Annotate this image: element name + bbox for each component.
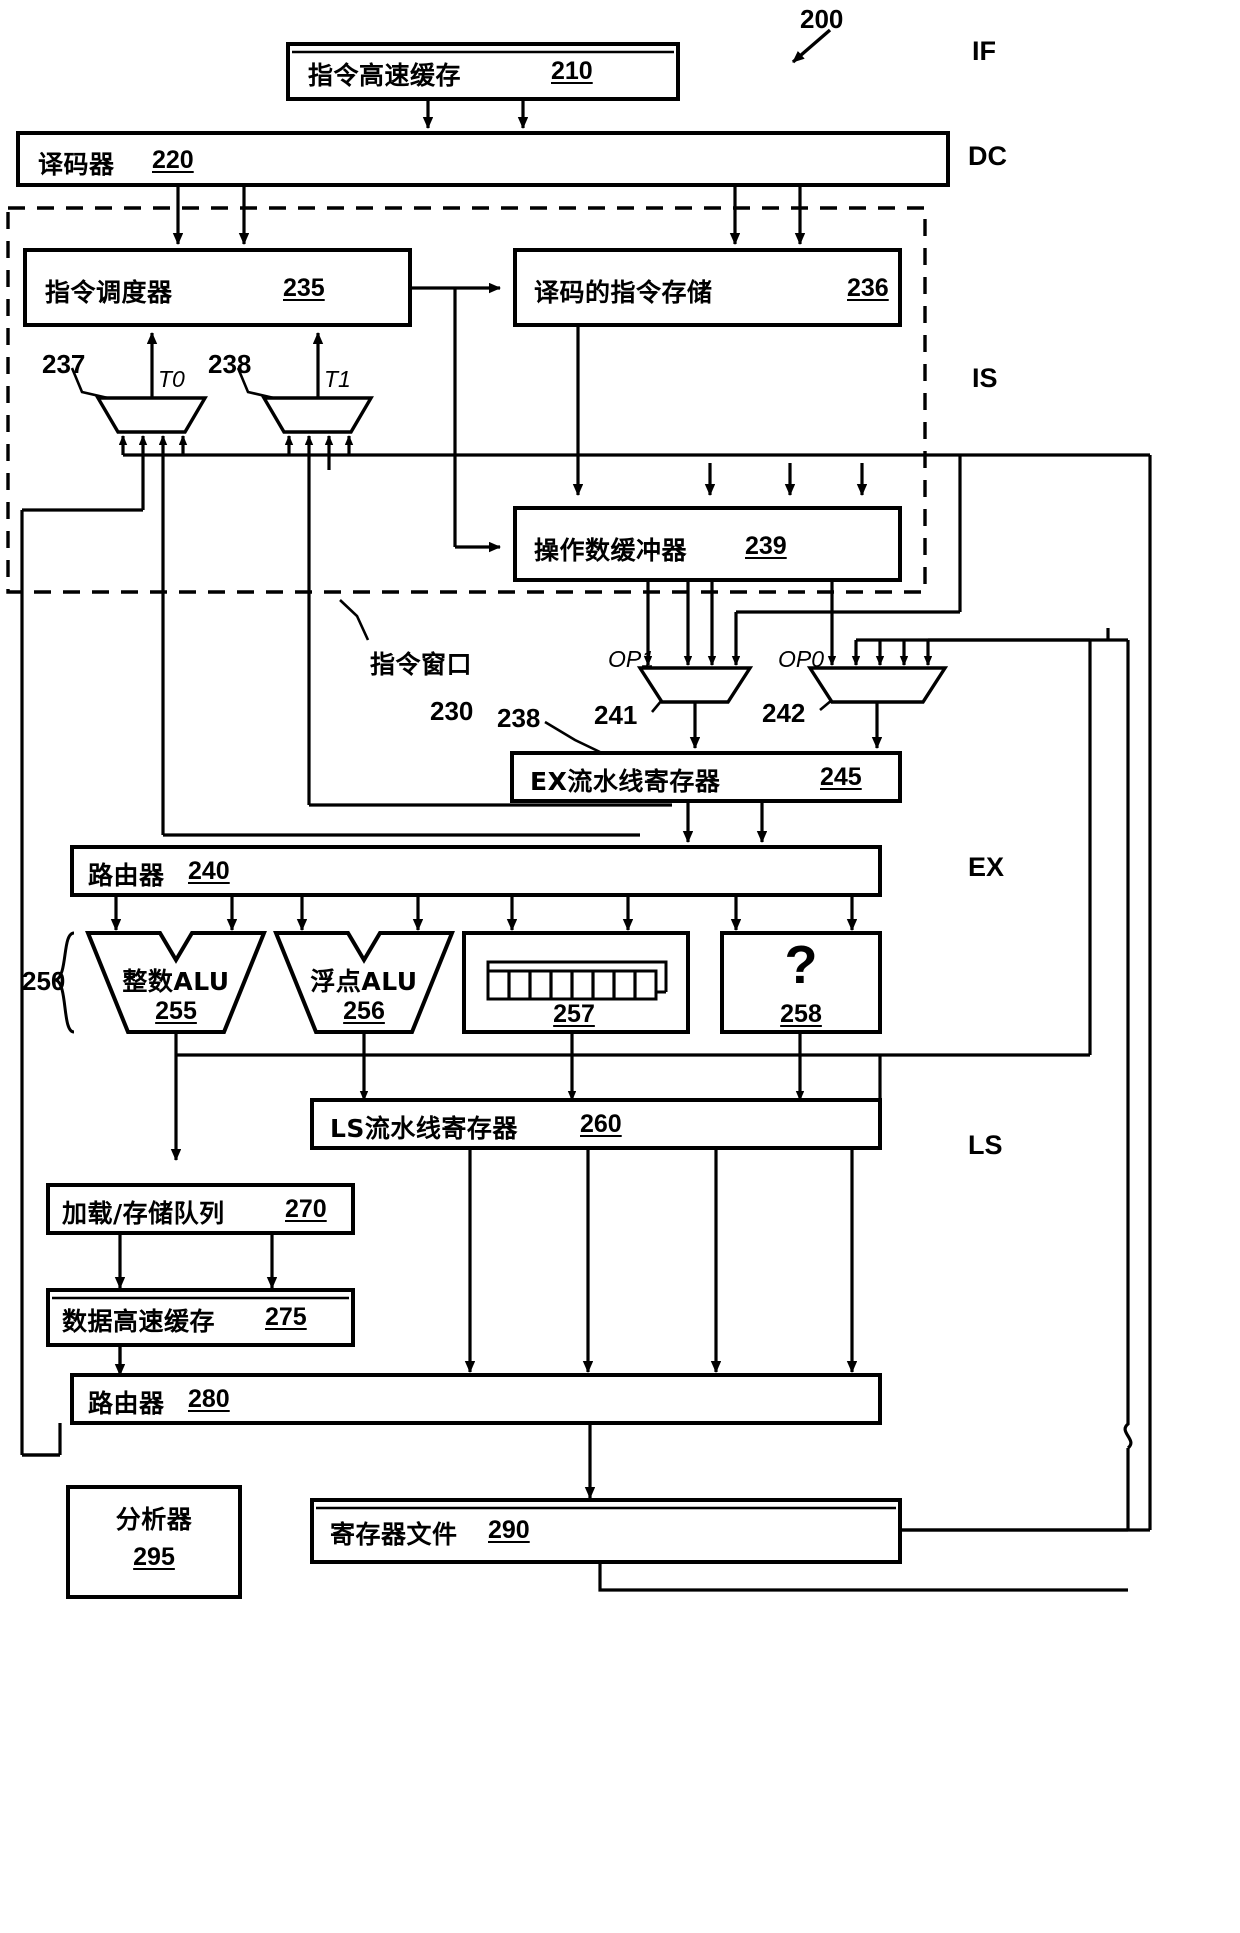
stage-label-if: IF: [972, 36, 996, 66]
block-decoded-store-number: 236: [847, 274, 889, 302]
stage-label-dc: DC: [968, 141, 1007, 171]
ref-number-237: 237: [42, 349, 86, 379]
block-ex-pipe-reg-number: 245: [820, 763, 862, 791]
block-dcache-label: 数据高速缓存: [62, 1307, 216, 1336]
block-analyzer-label: 分析器: [115, 1505, 193, 1534]
block-icache-number: 210: [551, 57, 593, 85]
ref-number-230: 230: [430, 696, 474, 726]
block-decoder-label: 译码器: [38, 150, 115, 179]
block-decoded-store-label: 译码的指令存储: [534, 278, 713, 307]
mux-label-t1: T1: [324, 366, 351, 392]
block-ls-queue-label: 加载/存储队列: [62, 1199, 225, 1228]
ref-number-238-window: 238: [497, 703, 541, 733]
block-router-280-number: 280: [188, 1385, 230, 1413]
block-operand-buffer-number: 239: [745, 532, 787, 560]
stage-label-is: IS: [972, 363, 998, 393]
figure-reference-number: 200: [800, 4, 844, 34]
block-unknown-unit-number: 258: [780, 1000, 822, 1028]
block-ls-pipe-reg-number: 260: [580, 1110, 622, 1138]
block-icache-label: 指令高速缓存: [308, 61, 462, 90]
block-router-240-label: 路由器: [88, 861, 165, 890]
block-regfile-label: 寄存器文件: [330, 1520, 458, 1549]
ref-number-238-top: 238: [208, 349, 252, 379]
block-int-alu-number: 255: [155, 997, 197, 1025]
block-decoder-number: 220: [152, 146, 194, 174]
block-fp-alu-label: 浮点ALU: [310, 967, 418, 996]
stage-label-ex: EX: [968, 852, 1005, 882]
annotation-instruction-window: 指令窗口: [370, 650, 473, 679]
block-shift-reg-number: 257: [553, 1000, 595, 1028]
block-fp-alu-number: 256: [343, 997, 385, 1025]
mux-label-op1: OP1: [608, 646, 655, 672]
block-unknown-unit-symbol: ?: [784, 935, 818, 995]
block-ls-queue-number: 270: [285, 1195, 327, 1223]
figure-canvas: 200 IF DC IS EX LS 指令高速缓存 210 译码器 220 指令…: [0, 0, 1240, 1933]
ref-number-242: 242: [762, 698, 806, 728]
block-int-alu-label: 整数ALU: [122, 967, 230, 996]
block-dcache-number: 275: [265, 1303, 307, 1331]
mux-label-t0: T0: [158, 366, 185, 392]
mux-label-op0: OP0: [778, 646, 825, 672]
ref-number-241: 241: [594, 700, 638, 730]
block-router-280-label: 路由器: [88, 1389, 165, 1418]
block-scheduler-number: 235: [283, 274, 325, 302]
block-analyzer-number: 295: [133, 1543, 175, 1571]
block-scheduler-label: 指令调度器: [45, 278, 173, 307]
ref-number-250: 250: [22, 966, 66, 996]
block-ex-pipe-reg-label: EX流水线寄存器: [530, 767, 721, 796]
block-router-240-number: 240: [188, 857, 230, 885]
block-operand-buffer-label: 操作数缓冲器: [534, 536, 688, 565]
block-ls-pipe-reg-label: LS流水线寄存器: [330, 1114, 518, 1143]
block-regfile-number: 290: [488, 1516, 530, 1544]
stage-label-ls: LS: [968, 1130, 1003, 1160]
